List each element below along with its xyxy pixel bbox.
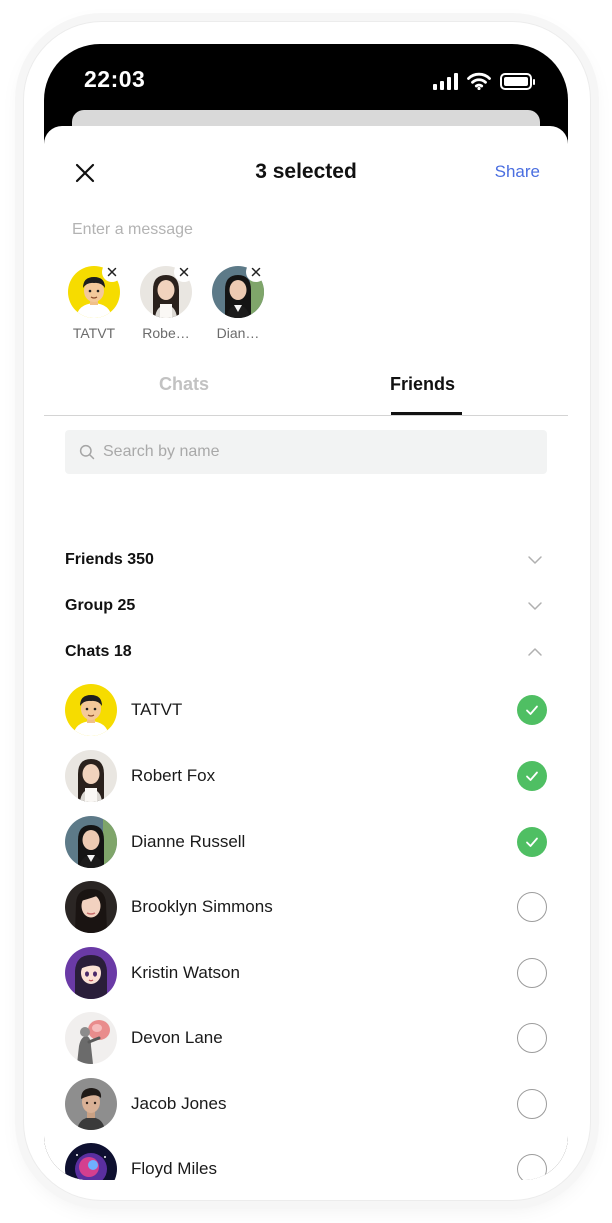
avatar	[65, 1078, 117, 1130]
section-friends[interactable]: Friends 350	[65, 546, 547, 576]
tab-chats[interactable]: Chats	[159, 374, 209, 416]
list-item[interactable]: Brooklyn Simmons	[65, 880, 547, 934]
selected-chip: Dian…	[210, 262, 266, 341]
list-item[interactable]: Kristin Watson	[65, 946, 547, 1000]
list-item[interactable]: Floyd Miles	[65, 1142, 547, 1180]
avatar	[65, 816, 117, 868]
section-chats[interactable]: Chats 18	[65, 638, 547, 668]
chevron-down-icon	[528, 602, 542, 610]
friend-name: Floyd Miles	[131, 1159, 217, 1178]
check-icon	[526, 771, 538, 781]
page-title: 3 selected	[255, 160, 357, 183]
list-item[interactable]: TATVT	[65, 683, 547, 737]
friend-name: Devon Lane	[131, 1028, 223, 1047]
wifi-icon	[467, 72, 491, 90]
chip-label: Robe…	[142, 325, 190, 341]
friend-name: Brooklyn Simmons	[131, 897, 273, 916]
signal-icon	[433, 72, 458, 90]
remove-chip-button[interactable]	[102, 262, 122, 282]
close-icon	[251, 267, 261, 277]
share-button[interactable]: Share	[495, 162, 540, 182]
battery-icon	[500, 73, 535, 90]
remove-chip-button[interactable]	[246, 262, 266, 282]
status-icons	[433, 70, 535, 90]
list-item[interactable]: Robert Fox	[65, 749, 547, 803]
section-label: Friends 350	[65, 551, 154, 568]
list-item[interactable]: Devon Lane	[65, 1011, 547, 1065]
status-time: 22:03	[84, 66, 146, 92]
phone-screen: 22:03 3 selected Share Enter a message T…	[44, 44, 568, 1180]
list-item[interactable]: Jacob Jones	[65, 1077, 547, 1131]
chip-label: Dian…	[216, 325, 260, 341]
list-item[interactable]: Dianne Russell	[65, 815, 547, 869]
selected-chip: TATVT	[66, 262, 122, 341]
select-checkbox[interactable]	[517, 892, 547, 922]
friend-name: Jacob Jones	[131, 1094, 227, 1113]
status-bar: 22:03	[44, 44, 568, 114]
share-sheet: 3 selected Share Enter a message TATVT R…	[44, 126, 568, 1180]
selected-chips: TATVT Robe… Dian…	[66, 262, 266, 341]
chevron-up-icon	[528, 648, 542, 656]
check-icon	[526, 837, 538, 847]
select-checkbox[interactable]	[517, 827, 547, 857]
search-box	[65, 430, 547, 474]
close-icon	[179, 267, 189, 277]
select-checkbox[interactable]	[517, 1154, 547, 1180]
friend-name: Dianne Russell	[131, 832, 246, 851]
select-checkbox[interactable]	[517, 695, 547, 725]
avatar	[65, 750, 117, 802]
tab-bar: Chats Friends	[44, 374, 568, 416]
sheet-header: 3 selected Share	[44, 126, 568, 216]
active-tab-indicator	[391, 412, 462, 415]
section-label: Group 25	[65, 597, 136, 614]
avatar	[65, 947, 117, 999]
search-icon	[79, 444, 95, 460]
remove-chip-button[interactable]	[174, 262, 194, 282]
friend-name: TATVT	[131, 700, 183, 719]
avatar	[65, 1012, 117, 1064]
friend-name: Kristin Watson	[131, 963, 240, 982]
select-checkbox[interactable]	[517, 1023, 547, 1053]
avatar	[65, 881, 117, 933]
selected-chip: Robe…	[138, 262, 194, 341]
friend-name: Robert Fox	[131, 766, 216, 785]
message-input[interactable]	[72, 216, 512, 244]
close-icon	[107, 267, 117, 277]
search-input[interactable]	[103, 443, 523, 461]
avatar	[65, 1143, 117, 1180]
section-group[interactable]: Group 25	[65, 592, 547, 622]
section-label: Chats 18	[65, 643, 132, 660]
avatar	[65, 684, 117, 736]
select-checkbox[interactable]	[517, 761, 547, 791]
chevron-down-icon	[528, 556, 542, 564]
select-checkbox[interactable]	[517, 958, 547, 988]
tab-friends[interactable]: Friends	[390, 374, 455, 416]
select-checkbox[interactable]	[517, 1089, 547, 1119]
check-icon	[526, 705, 538, 715]
chip-label: TATVT	[72, 325, 116, 341]
